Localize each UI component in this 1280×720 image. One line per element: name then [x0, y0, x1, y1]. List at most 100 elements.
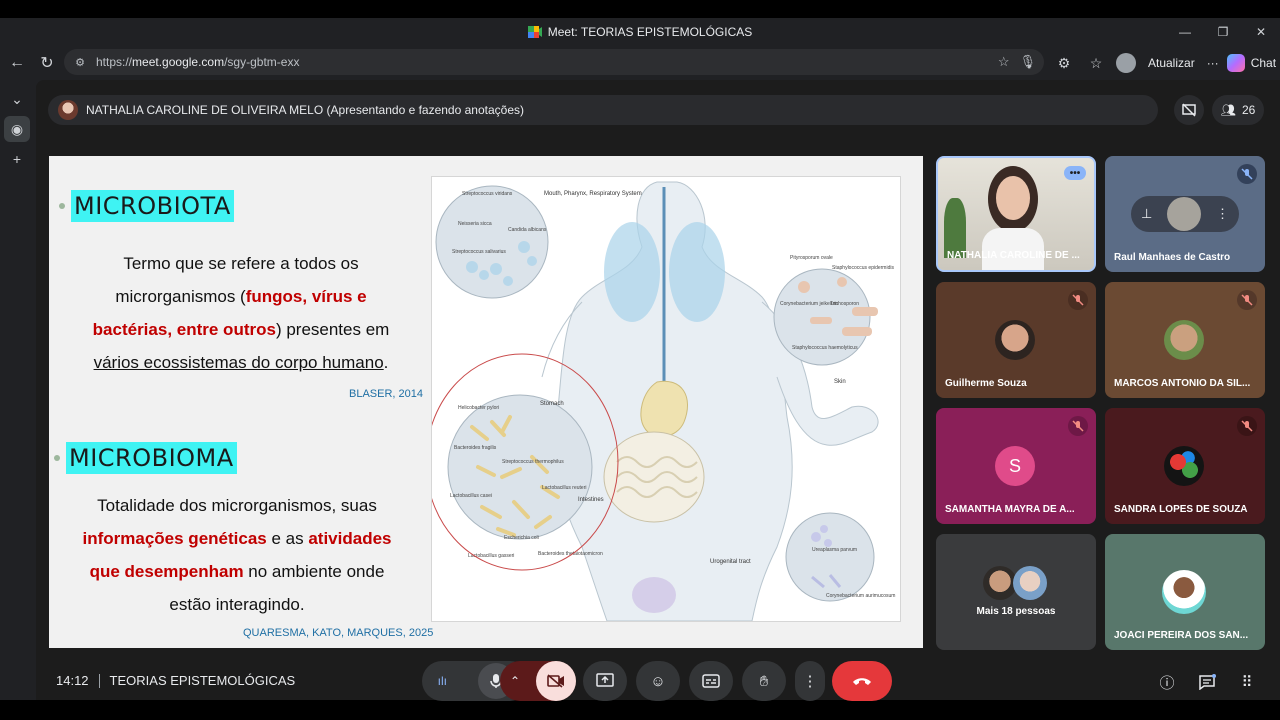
microbiome-anatomy-figure: Streptococcus viridans Neisseria sicca C… — [425, 176, 901, 622]
minimize-button[interactable]: — — [1166, 18, 1204, 46]
activities-button[interactable]: ⠿ — [1237, 672, 1257, 692]
meet-area: NATHALIA CAROLINE DE OLIVEIRA MELO (Apre… — [36, 80, 1280, 701]
copilot-icon — [1226, 54, 1245, 72]
face-shape — [996, 176, 1030, 220]
svg-text:Staphylococcus epidermidis: Staphylococcus epidermidis — [832, 265, 894, 271]
captions-icon — [702, 674, 720, 688]
pin-off-button[interactable] — [1174, 95, 1204, 125]
mic-off-icon — [1068, 290, 1088, 310]
people-icon: 👥︎ — [1220, 103, 1236, 117]
camera-button[interactable] — [536, 661, 576, 701]
participant-name: Raul Manhaes de Castro — [1114, 252, 1231, 263]
hand-icon: ✋︎ — [759, 672, 769, 690]
participant-avatar — [1164, 446, 1204, 486]
more-vert-icon[interactable]: ⋮ — [1216, 206, 1229, 222]
mic-off-icon — [1068, 416, 1088, 436]
site-info-icon[interactable]: ⚙ — [72, 54, 88, 70]
chat-button[interactable] — [1197, 672, 1217, 692]
more-options-icon[interactable]: ••• — [1064, 166, 1086, 180]
meeting-controls-bar: 14:12 TEORIAS EPISTEMOLÓGICAS ılı ⌃ ☺ ✋︎… — [36, 660, 1280, 701]
present-screen-button[interactable] — [583, 661, 627, 701]
participant-tile-marcos[interactable]: MARCOS ANTONIO DA SIL... — [1105, 282, 1265, 398]
participant-tile-sandra[interactable]: SANDRA LOPES DE SOUZA — [1105, 408, 1265, 524]
citation-blaser: BLASER, 2014 — [349, 388, 423, 400]
mic-off-icon — [1237, 164, 1257, 184]
pin-icon[interactable]: ⊥ — [1141, 206, 1152, 222]
participant-tile-raul[interactable]: ⊥ ⋮ Raul Manhaes de Castro — [1105, 156, 1265, 272]
address-bar[interactable]: ⚙ https://meet.google.com/sgy-gbtm-exx ☆… — [64, 49, 1044, 75]
svg-text:Trichosporon: Trichosporon — [830, 301, 859, 307]
favorites-icon[interactable]: ☆ — [1084, 51, 1108, 75]
info-icon: ⓘ — [1159, 674, 1175, 692]
bullet-icon — [59, 203, 65, 209]
star-icon[interactable]: ☆ — [998, 54, 1010, 70]
meeting-details-button[interactable]: ⓘ — [1157, 672, 1177, 692]
participant-tile-samantha[interactable]: S SAMANTHA MAYRA DE A... — [936, 408, 1096, 524]
more-menu-icon[interactable]: ··· — [1207, 56, 1219, 70]
reactions-button[interactable]: ☺ — [636, 661, 680, 701]
captions-button[interactable] — [689, 661, 733, 701]
participant-tile-guilherme[interactable]: Guilherme Souza — [936, 282, 1096, 398]
slide-heading-microbiota: MICROBIOTA — [59, 190, 234, 222]
screen-off-icon — [1182, 103, 1196, 117]
close-window-button[interactable]: ✕ — [1242, 18, 1280, 46]
participant-avatar — [1162, 570, 1206, 614]
address-row: ← ↻ ⚙ https://meet.google.com/sgy-gbtm-e… — [0, 46, 1280, 80]
svg-text:Ureaplasma parvum: Ureaplasma parvum — [812, 547, 857, 553]
new-tab-icon[interactable]: + — [0, 144, 34, 174]
microbioma-definition: Totalidade dos microrganismos, suas info… — [82, 496, 392, 614]
participant-avatar — [1013, 566, 1047, 600]
raise-hand-button[interactable]: ✋︎ — [742, 661, 786, 701]
window-title: Meet: TEORIAS EPISTEMOLÓGICAS — [547, 25, 753, 39]
participant-name: Guilherme Souza — [945, 378, 1027, 389]
update-button[interactable]: Atualizar — [1144, 56, 1199, 70]
leave-call-button[interactable] — [832, 661, 892, 701]
bullet-icon — [54, 455, 60, 461]
browser-window: Meet: TEORIAS EPISTEMOLÓGICAS — ❐ ✕ ← ↻ … — [0, 18, 1280, 701]
participant-name: JOACI PEREIRA DOS SAN... — [1114, 630, 1249, 641]
label-skin: Skin — [834, 379, 846, 385]
label-stomach: Stomach — [540, 401, 564, 407]
label-mouth: Mouth, Pharynx, Respiratory System — [544, 191, 642, 197]
svg-text:Corynebacterium aurimucosum: Corynebacterium aurimucosum — [826, 593, 895, 599]
meet-logo-icon — [527, 26, 542, 38]
chat-label: Chat — [1250, 56, 1277, 70]
mic-off-icon — [1237, 416, 1257, 436]
profile-avatar[interactable] — [1116, 53, 1136, 73]
participant-name: NATHALIA CAROLINE DE ... — [947, 250, 1080, 261]
presenter-label: NATHALIA CAROLINE DE OLIVEIRA MELO (Apre… — [86, 103, 524, 117]
plant-shape — [944, 198, 966, 258]
maximize-button[interactable]: ❐ — [1204, 18, 1242, 46]
end-call-icon — [853, 678, 871, 685]
browser-sidebar: ⌄ ◉ + — [0, 80, 34, 700]
meeting-time: 14:12 — [56, 673, 89, 688]
participant-tile-more-people[interactable]: Mais 18 pessoas — [936, 534, 1096, 650]
svg-text:Neisseria sicca: Neisseria sicca — [458, 221, 492, 227]
emoji-icon: ☺ — [650, 672, 666, 690]
more-options-button[interactable]: ⋮ — [795, 661, 825, 701]
record-tab-icon[interactable]: ◉ — [4, 116, 30, 142]
svg-text:Lactobacillus casei: Lactobacillus casei — [450, 493, 492, 499]
extensions-icon[interactable]: ⚙ — [1052, 51, 1076, 75]
copilot-chat-button[interactable]: Chat — [1226, 54, 1277, 72]
participant-avatar — [1167, 197, 1202, 231]
svg-text:Helicobacter pylori: Helicobacter pylori — [458, 405, 499, 411]
people-count: 26 — [1241, 103, 1256, 117]
chevron-down-icon[interactable]: ⌄ — [0, 84, 34, 114]
participant-tile-joaci[interactable]: JOACI PEREIRA DOS SAN... — [1105, 534, 1265, 650]
more-vert-icon: ⋮ — [802, 673, 818, 690]
reload-icon[interactable]: ↻ — [32, 48, 62, 78]
apps-grid-icon: ⠿ — [1241, 674, 1253, 691]
slide-heading-microbioma: MICROBIOMA — [54, 442, 237, 474]
back-arrow-icon[interactable]: ← — [2, 48, 32, 78]
participant-name: SAMANTHA MAYRA DE A... — [945, 504, 1075, 515]
people-button[interactable]: 👥︎ 26 — [1212, 95, 1264, 125]
tile-hover-controls: ⊥ ⋮ — [1131, 196, 1239, 232]
chevron-up-icon[interactable]: ⌃ — [510, 674, 520, 688]
microphone-icon[interactable]: 🎙︎ — [1019, 54, 1036, 70]
participant-tile-nathalia[interactable]: ••• NATHALIA CAROLINE DE ... — [936, 156, 1096, 272]
presenter-banner: NATHALIA CAROLINE DE OLIVEIRA MELO (Apre… — [48, 95, 1158, 125]
svg-text:Streptococcus salivarius: Streptococcus salivarius — [452, 249, 506, 255]
svg-text:Streptococcus thermophilus: Streptococcus thermophilus — [502, 459, 564, 465]
url-prefix: https:// — [96, 55, 133, 69]
